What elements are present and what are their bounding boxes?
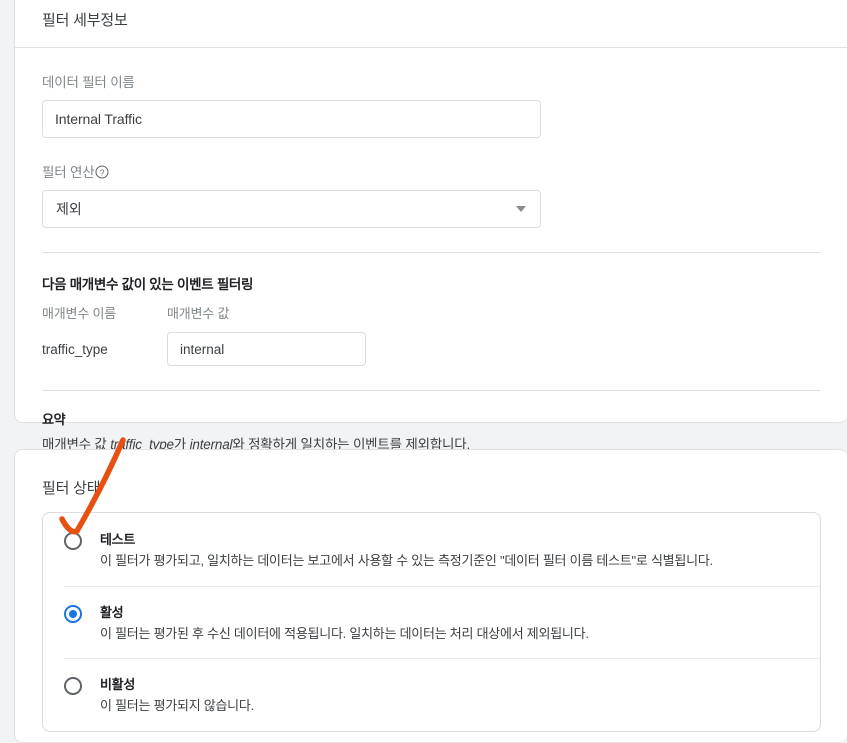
radio-description-active: 이 필터는 평가된 후 수신 데이터에 적용됩니다. 일치하는 데이터는 처리 … [100,625,589,641]
filter-state-title: 필터 상태 [42,480,101,497]
param-value-text: internal [180,341,225,357]
radio-button-test[interactable] [64,532,82,550]
radio-label-inactive: 비활성 [100,677,135,693]
radio-text-active: 활성 이 필터는 평가된 후 수신 데이터에 적용됩니다. 일치하는 데이터는 … [100,602,589,643]
param-name-column-header: 매개변수 이름 [42,306,116,321]
section-divider-1 [42,252,820,253]
summary-heading: 요약 [42,412,66,427]
help-circle-icon[interactable]: ? [95,165,109,179]
radio-label-active: 활성 [100,604,124,620]
filter-operation-select[interactable]: 제외 [42,190,541,228]
filter-operation-label-text: 필터 연산 [42,165,95,180]
data-filter-name-input[interactable]: Internal Traffic [42,100,541,138]
filter-operation-value: 제외 [56,201,82,217]
param-key-text: traffic_type [42,341,108,357]
radio-description-test: 이 필터가 평가되고, 일치하는 데이터는 보고에서 사용할 수 있는 측정기준… [100,553,713,568]
event-filtering-heading: 다음 매개변수 값이 있는 이벤트 필터링 [42,277,254,292]
radio-option-active[interactable]: 활성 이 필터는 평가된 후 수신 데이터에 적용됩니다. 일치하는 데이터는 … [43,585,820,659]
filter-operation-label: 필터 연산 ? [42,161,820,181]
filter-state-radio-group: 테스트 이 필터가 평가되고, 일치하는 데이터는 보고에서 사용할 수 있는 … [42,512,821,732]
radio-text-test: 테스트 이 필터가 평가되고, 일치하는 데이터는 보고에서 사용할 수 있는 … [100,529,713,570]
data-filter-name-label: 데이터 필터 이름 [42,71,820,91]
radio-text-inactive: 비활성 이 필터는 평가되지 않습니다. [100,674,254,715]
filter-state-card: 필터 상태 테스트 이 필터가 평가되고, 일치하는 데이터는 보고에서 사용할… [14,449,847,743]
param-value-column-header: 매개변수 값 [167,306,230,321]
radio-button-active[interactable] [64,604,82,623]
param-row: traffic_type internal [42,332,820,366]
radio-option-inactive[interactable]: 비활성 이 필터는 평가되지 않습니다. [43,658,820,731]
data-filter-name-value: Internal Traffic [55,111,142,127]
param-value-input[interactable]: internal [167,332,366,366]
radio-label-test: 테스트 [100,532,135,547]
filter-settings-page: 필터 세부정보 데이터 필터 이름 Internal Traffic 필터 연산… [0,0,847,743]
param-column-headers: 매개변수 이름 매개변수 값 [42,303,820,322]
radio-button-inactive[interactable] [64,677,82,696]
filter-details-body: 데이터 필터 이름 Internal Traffic 필터 연산 ? 제외 다음… [15,71,847,453]
section-divider-2 [42,390,820,391]
title-divider [15,47,847,48]
radio-option-test[interactable]: 테스트 이 필터가 평가되고, 일치하는 데이터는 보고에서 사용할 수 있는 … [43,513,820,586]
radio-description-inactive: 이 필터는 평가되지 않습니다. [100,698,254,714]
chevron-down-icon [516,206,526,212]
filter-details-title: 필터 세부정보 [42,12,128,29]
data-filter-name-label-text: 데이터 필터 이름 [42,75,135,90]
filter-details-card: 필터 세부정보 데이터 필터 이름 Internal Traffic 필터 연산… [14,0,847,452]
svg-text:?: ? [100,167,105,177]
